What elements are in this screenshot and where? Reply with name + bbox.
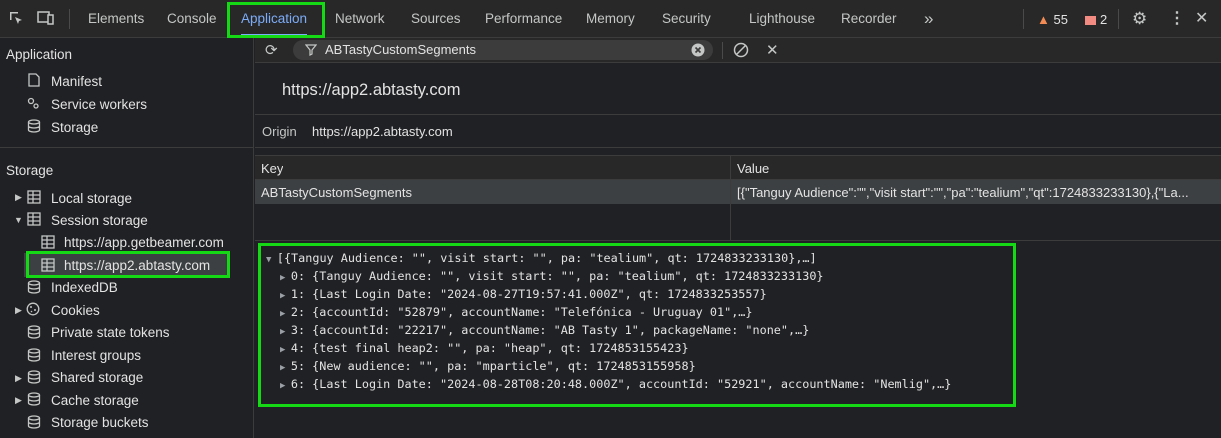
abtasty-item-highlight xyxy=(26,251,230,278)
close-devtools-icon[interactable]: ✕ xyxy=(1195,8,1208,28)
more-options-icon[interactable]: ⋮ xyxy=(1169,8,1185,28)
table-icon xyxy=(27,212,41,226)
database-icon xyxy=(27,415,41,429)
sidebar-item-shared-storage[interactable]: Shared storage xyxy=(51,370,143,385)
sidebar-item-service-workers[interactable]: Service workers xyxy=(51,97,147,112)
tab-security[interactable]: Security xyxy=(662,0,711,38)
filter-funnel-icon xyxy=(305,44,317,56)
sidebar-item-cookies[interactable]: Cookies xyxy=(51,303,100,318)
service-workers-gear-icon xyxy=(27,97,39,109)
collapse-arrow-icon[interactable]: ▼ xyxy=(14,215,23,225)
tab-memory[interactable]: Memory xyxy=(586,0,635,38)
application-section-header: Application xyxy=(6,47,73,62)
application-sidebar: Application Manifest Service workers Sto… xyxy=(0,38,254,438)
refresh-icon[interactable]: ⟳ xyxy=(265,41,278,59)
application-tab-highlight xyxy=(227,2,325,38)
storage-table: Key Value ABTastyCustomSegments [{"Tangu… xyxy=(255,155,1221,241)
sidebar-item-interest-groups[interactable]: Interest groups xyxy=(51,348,141,363)
table-header: Key Value xyxy=(255,156,1221,180)
database-icon xyxy=(27,280,41,294)
database-icon xyxy=(27,370,41,384)
warnings-count: 55 xyxy=(1053,12,1068,27)
manifest-icon xyxy=(28,73,40,87)
sidebar-item-getbeamer[interactable]: https://app.getbeamer.com xyxy=(64,235,224,250)
table-row[interactable]: ABTastyCustomSegments [{"Tanguy Audience… xyxy=(255,180,1221,204)
settings-gear-icon[interactable]: ⚙ xyxy=(1132,9,1147,29)
origin-row: Origin https://app2.abtasty.com xyxy=(255,114,1221,148)
sidebar-item-local-storage[interactable]: Local storage xyxy=(51,191,132,206)
tab-network[interactable]: Network xyxy=(335,0,385,38)
cookie-icon xyxy=(26,302,40,316)
expand-arrow-icon[interactable]: ▶ xyxy=(15,373,22,384)
column-header-value[interactable]: Value xyxy=(737,161,769,176)
clear-filter-icon[interactable] xyxy=(691,43,705,57)
tab-performance[interactable]: Performance xyxy=(485,0,562,38)
sidebar-item-storage-overview[interactable]: Storage xyxy=(51,120,98,135)
filter-input[interactable]: ABTastyCustomSegments xyxy=(293,40,713,60)
devtools-toolbar: Elements Console Application Network Sou… xyxy=(0,0,1221,38)
expand-arrow-icon[interactable]: ▶ xyxy=(15,192,22,203)
preview-highlight xyxy=(258,243,1016,407)
expand-arrow-icon[interactable]: ▶ xyxy=(15,305,22,316)
origin-value: https://app2.abtasty.com xyxy=(312,124,453,139)
storage-section-header: Storage xyxy=(6,163,54,178)
origin-title: https://app2.abtasty.com xyxy=(282,81,461,99)
database-icon xyxy=(27,348,41,362)
sidebar-item-indexeddb[interactable]: IndexedDB xyxy=(51,280,118,295)
warnings-counter[interactable]: ▲ 55 xyxy=(1037,12,1068,27)
storage-database-icon xyxy=(27,119,41,133)
errors-counter[interactable]: 2 xyxy=(1085,12,1107,27)
tab-sources[interactable]: Sources xyxy=(411,0,461,38)
clear-all-icon[interactable] xyxy=(733,42,749,58)
more-tabs-button[interactable]: » xyxy=(924,0,933,38)
sidebar-item-cache-storage[interactable]: Cache storage xyxy=(51,393,139,408)
delete-selected-icon[interactable]: ✕ xyxy=(766,41,779,59)
expand-arrow-icon[interactable]: ▶ xyxy=(15,395,22,406)
row-value: [{"Tanguy Audience":"","visit start":"",… xyxy=(737,185,1189,200)
device-toolbar-icon[interactable] xyxy=(37,10,55,29)
table-icon xyxy=(27,190,41,204)
tab-recorder[interactable]: Recorder xyxy=(841,0,897,38)
errors-count: 2 xyxy=(1100,12,1108,27)
storage-filter-toolbar: ⟳ ABTastyCustomSegments ✕ xyxy=(255,38,1221,63)
database-icon xyxy=(27,325,41,339)
sidebar-item-storage-buckets[interactable]: Storage buckets xyxy=(51,415,149,430)
tab-lighthouse[interactable]: Lighthouse xyxy=(749,0,815,38)
warning-icon: ▲ xyxy=(1037,12,1050,27)
database-icon xyxy=(27,392,41,406)
inspect-element-icon[interactable] xyxy=(8,10,24,29)
error-icon xyxy=(1085,16,1096,26)
tab-elements[interactable]: Elements xyxy=(88,0,144,38)
sidebar-item-session-storage[interactable]: Session storage xyxy=(51,213,148,228)
sidebar-item-manifest[interactable]: Manifest xyxy=(51,74,102,89)
row-key: ABTastyCustomSegments xyxy=(261,185,413,200)
tab-console[interactable]: Console xyxy=(167,0,217,38)
column-header-key[interactable]: Key xyxy=(261,161,283,176)
sidebar-item-private-state-tokens[interactable]: Private state tokens xyxy=(51,325,170,340)
filter-text: ABTastyCustomSegments xyxy=(325,42,477,57)
table-icon xyxy=(41,235,55,249)
origin-label: Origin xyxy=(262,124,297,139)
